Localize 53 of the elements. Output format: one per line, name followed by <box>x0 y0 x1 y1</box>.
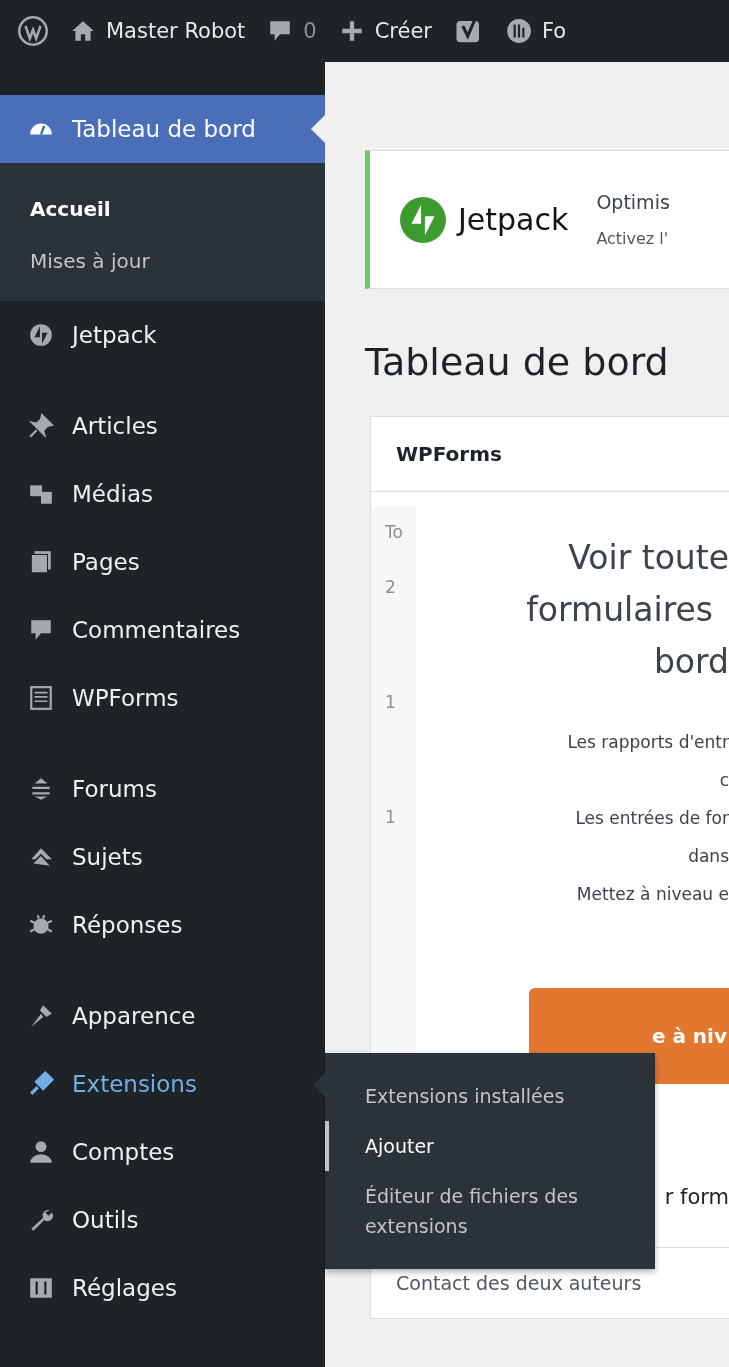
pointer-icon <box>311 115 325 143</box>
sidebar-item[interactable]: Comptes <box>0 1118 325 1186</box>
sidebar-item[interactable]: Pages <box>0 528 325 596</box>
table-cell: Contact des deux auteurs <box>396 1272 642 1294</box>
sidebar-item[interactable]: Médias <box>0 460 325 528</box>
sidebar-item[interactable]: Extensions <box>0 1050 325 1118</box>
promo-heading: formulaires <box>526 589 713 631</box>
comments-link[interactable]: 0 <box>267 18 317 44</box>
sidebar-item[interactable]: Apparence <box>0 982 325 1050</box>
sidebar-item[interactable]: Tableau de bord <box>0 95 325 163</box>
promo-text: c <box>719 769 729 792</box>
section-title: r form <box>664 1185 729 1209</box>
user-icon <box>28 1139 54 1165</box>
wrench-icon <box>28 1207 54 1233</box>
form-icon <box>28 685 54 711</box>
sidebar-item[interactable]: Commentaires <box>0 596 325 664</box>
axis-label: 2 <box>385 577 396 597</box>
sidebar-item[interactable]: Articles <box>0 392 325 460</box>
sidebar-item[interactable]: Outils <box>0 1186 325 1254</box>
site-link[interactable]: Master Robot <box>70 18 246 44</box>
promo-heading: Voir toute <box>568 537 729 579</box>
submenu-item[interactable]: Mises à jour <box>0 235 325 287</box>
circle-logo-icon <box>506 18 532 44</box>
sidebar-item[interactable]: Réponses <box>0 891 325 959</box>
promo-text: dans <box>688 845 729 868</box>
submenu-item[interactable]: Accueil <box>0 183 325 235</box>
brand-name: Jetpack <box>458 202 569 237</box>
bolt-circle-icon <box>28 322 54 348</box>
promo-text: Les entrées de for <box>575 807 729 830</box>
sidebar-item[interactable]: Forums <box>0 755 325 823</box>
sidebar-item[interactable]: Réglages <box>0 1254 325 1322</box>
promo-heading: bord <box>653 641 729 683</box>
widget-title: WPForms <box>396 442 502 466</box>
promo-text: Les rapports d'entr <box>567 731 729 754</box>
axis-label: 1 <box>385 692 396 712</box>
bolt-circle-icon <box>400 196 446 243</box>
sidebar-item[interactable]: WPForms <box>0 664 325 732</box>
flyout-item[interactable]: Éditeur de fichiers des extensions <box>325 1171 655 1251</box>
forums-link[interactable]: Fo <box>506 18 567 44</box>
pages-icon <box>28 549 54 575</box>
notice-text: Activez l' <box>596 229 670 248</box>
new-link[interactable]: Créer <box>338 18 432 44</box>
promo-text: Mettez à niveau e <box>576 883 729 906</box>
axis-label: 1 <box>385 807 396 827</box>
pin-icon <box>28 413 54 439</box>
page-title: Tableau de bord <box>365 339 670 386</box>
flyout-item[interactable]: Ajouter <box>325 1121 655 1171</box>
brush-icon <box>28 1003 54 1029</box>
axis-label: To <box>385 522 403 542</box>
sidebar-item[interactable]: Jetpack <box>0 301 325 369</box>
wordpress-logo-icon[interactable] <box>18 16 48 46</box>
sidebar-item[interactable]: Sujets <box>0 823 325 891</box>
notice-title: Optimis <box>596 191 670 213</box>
